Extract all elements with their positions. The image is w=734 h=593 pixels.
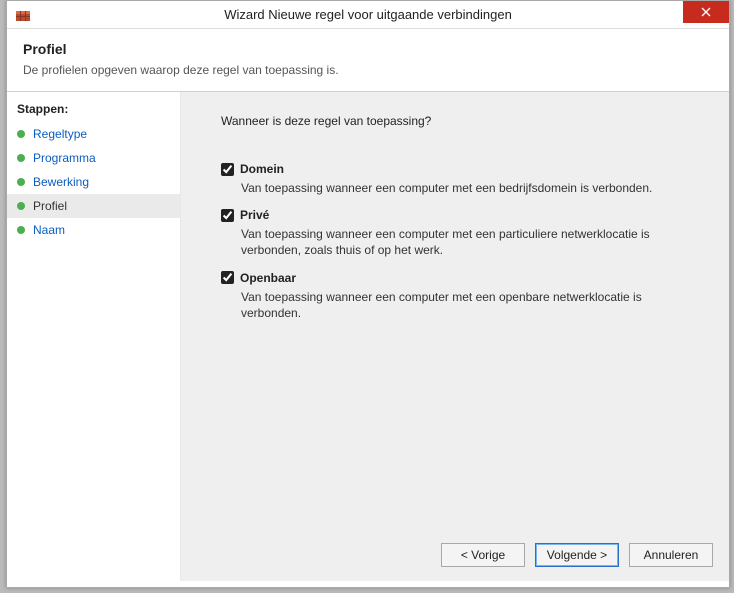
next-button[interactable]: Volgende > xyxy=(535,543,619,567)
option-desc: Van toepassing wanneer een computer met … xyxy=(241,289,681,321)
bullet-icon xyxy=(17,154,25,162)
checkbox-label: Domein xyxy=(240,162,284,176)
checkbox-label: Privé xyxy=(240,208,269,222)
steps-sidebar: Stappen: Regeltype Programma Bewerking P… xyxy=(7,92,181,581)
bullet-icon xyxy=(17,202,25,210)
bullet-icon xyxy=(17,226,25,234)
wizard-window: Wizard Nieuwe regel voor uitgaande verbi… xyxy=(6,0,730,588)
wizard-header: Profiel De profielen opgeven waarop deze… xyxy=(7,29,729,92)
wizard-footer: < Vorige Volgende > Annuleren xyxy=(441,543,713,567)
option-prive: Privé Van toepassing wanneer een compute… xyxy=(221,208,703,258)
step-label: Bewerking xyxy=(33,175,89,189)
step-label: Regeltype xyxy=(33,127,87,141)
option-desc: Van toepassing wanneer een computer met … xyxy=(241,180,681,196)
prompt-text: Wanneer is deze regel van toepassing? xyxy=(221,114,703,128)
close-icon xyxy=(701,7,711,17)
back-button[interactable]: < Vorige xyxy=(441,543,525,567)
checkbox-domein[interactable] xyxy=(221,163,234,176)
option-desc: Van toepassing wanneer een computer met … xyxy=(241,226,681,258)
window-title: Wizard Nieuwe regel voor uitgaande verbi… xyxy=(7,7,729,22)
option-domein: Domein Van toepassing wanneer een comput… xyxy=(221,162,703,196)
steps-header: Stappen: xyxy=(7,98,180,122)
titlebar: Wizard Nieuwe regel voor uitgaande verbi… xyxy=(7,1,729,29)
step-item-profiel[interactable]: Profiel xyxy=(7,194,180,218)
step-label: Profiel xyxy=(33,199,67,213)
close-button[interactable] xyxy=(683,1,729,23)
checkbox-openbaar[interactable] xyxy=(221,271,234,284)
step-label: Naam xyxy=(33,223,65,237)
bullet-icon xyxy=(17,178,25,186)
wizard-body: Stappen: Regeltype Programma Bewerking P… xyxy=(7,92,729,581)
step-item-bewerking[interactable]: Bewerking xyxy=(7,170,180,194)
page-title: Profiel xyxy=(23,41,713,57)
page-subtitle: De profielen opgeven waarop deze regel v… xyxy=(23,63,713,77)
step-item-programma[interactable]: Programma xyxy=(7,146,180,170)
cancel-button[interactable]: Annuleren xyxy=(629,543,713,567)
bullet-icon xyxy=(17,130,25,138)
option-openbaar: Openbaar Van toepassing wanneer een comp… xyxy=(221,271,703,321)
step-item-naam[interactable]: Naam xyxy=(7,218,180,242)
main-panel: Wanneer is deze regel van toepassing? Do… xyxy=(181,92,729,581)
checkbox-label: Openbaar xyxy=(240,271,296,285)
checkbox-prive[interactable] xyxy=(221,209,234,222)
step-item-regeltype[interactable]: Regeltype xyxy=(7,122,180,146)
step-label: Programma xyxy=(33,151,96,165)
firewall-icon xyxy=(15,7,31,23)
